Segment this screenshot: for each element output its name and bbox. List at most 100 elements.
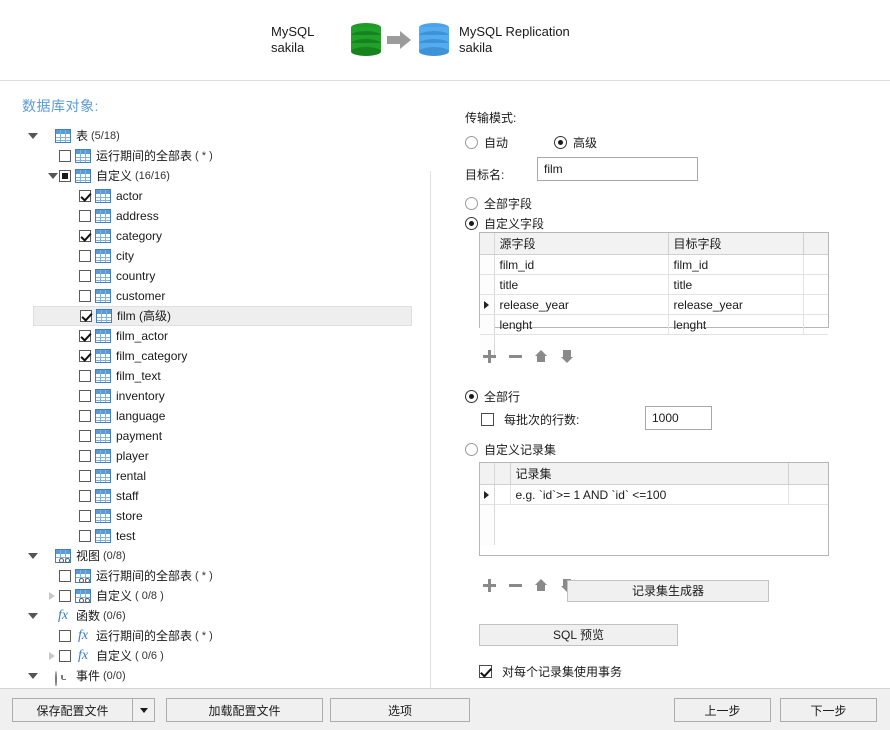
use-transaction-checkbox[interactable]: 对每个记录集使用事务 <box>479 663 622 680</box>
fields-all-radio[interactable]: 全部字段 <box>465 195 532 212</box>
row-handle[interactable] <box>480 255 494 275</box>
prev-step-button[interactable]: 上一步 <box>674 698 771 722</box>
collapse-arrow-icon[interactable] <box>25 129 39 143</box>
source-field-cell[interactable]: lenght <box>494 315 668 335</box>
tree-item-t-film[interactable]: film (高级) <box>33 306 412 326</box>
batch-rows-input[interactable] <box>645 406 712 430</box>
tree-checkbox[interactable] <box>79 510 91 522</box>
database-objects-tree[interactable]: 表(5/18)运行期间的全部表( * )自定义(16/16)actoraddre… <box>0 126 430 686</box>
column-header-source[interactable]: 源字段 <box>494 233 668 255</box>
tree-item-tables-custom[interactable]: 自定义(16/16) <box>45 166 170 186</box>
row-handle[interactable] <box>480 295 494 315</box>
recordset-grid[interactable]: 记录集e.g. `id`>= 1 AND `id` <=100 <box>479 462 829 556</box>
tree-checkbox[interactable] <box>79 350 91 362</box>
sql-preview-button[interactable]: SQL 预览 <box>479 624 678 646</box>
tree-checkbox[interactable] <box>79 470 91 482</box>
tree-item-views-custom[interactable]: 自定义( 0/8 ) <box>45 586 164 606</box>
tree-checkbox[interactable] <box>79 430 91 442</box>
tree-item-functions-custom[interactable]: fx自定义( 0/6 ) <box>45 646 164 666</box>
source-field-cell[interactable]: release_year <box>494 295 668 315</box>
tree-item-t-store[interactable]: store <box>65 506 143 526</box>
tree-item-t-language[interactable]: language <box>65 406 165 426</box>
next-step-button[interactable]: 下一步 <box>780 698 877 722</box>
collapse-arrow-icon[interactable] <box>45 169 59 183</box>
fields-custom-radio[interactable]: 自定义字段 <box>465 215 544 232</box>
tree-item-events[interactable]: 事件(0/0) <box>25 666 126 686</box>
move-up-icon[interactable] <box>534 349 548 363</box>
target-field-cell[interactable]: film_id <box>668 255 803 275</box>
tree-item-functions-all[interactable]: fx运行期间的全部表( * ) <box>45 626 213 646</box>
remove-icon[interactable] <box>508 578 522 592</box>
tree-checkbox[interactable] <box>79 290 91 302</box>
transfer-mode-advanced-radio[interactable]: 高级 <box>554 134 597 151</box>
collapse-arrow-icon[interactable] <box>25 669 39 683</box>
field-grid-row[interactable]: titletitle <box>480 275 828 295</box>
row-handle[interactable] <box>480 485 494 505</box>
target-field-cell[interactable]: title <box>668 275 803 295</box>
tree-checkbox[interactable] <box>79 370 91 382</box>
row-handle[interactable] <box>480 315 494 335</box>
source-field-cell[interactable]: film_id <box>494 255 668 275</box>
tree-item-t-category[interactable]: category <box>65 226 162 246</box>
tree-checkbox[interactable] <box>59 650 71 662</box>
tree-item-t-player[interactable]: player <box>65 446 149 466</box>
tree-checkbox[interactable] <box>79 330 91 342</box>
tree-checkbox[interactable] <box>79 250 91 262</box>
batch-rows-checkbox[interactable]: 每批次的行数: <box>481 411 579 428</box>
tree-checkbox[interactable] <box>79 390 91 402</box>
tree-item-t-rental[interactable]: rental <box>65 466 146 486</box>
remove-icon[interactable] <box>508 349 522 363</box>
tree-item-views-all[interactable]: 运行期间的全部表( * ) <box>45 566 213 586</box>
recordset-row[interactable]: e.g. `id`>= 1 AND `id` <=100 <box>480 485 828 505</box>
target-field-cell[interactable]: lenght <box>668 315 803 335</box>
expand-arrow-icon[interactable] <box>45 649 59 663</box>
field-grid-row[interactable]: film_idfilm_id <box>480 255 828 275</box>
tree-checkbox[interactable] <box>79 410 91 422</box>
tree-checkbox[interactable] <box>79 530 91 542</box>
tree-item-t-address[interactable]: address <box>65 206 159 226</box>
rows-all-radio[interactable]: 全部行 <box>465 388 520 405</box>
tree-checkbox[interactable] <box>80 310 92 322</box>
transfer-mode-auto-radio[interactable]: 自动 <box>465 134 508 151</box>
column-header-recordset[interactable]: 记录集 <box>510 463 788 485</box>
tree-checkbox[interactable] <box>59 590 71 602</box>
column-header-target[interactable]: 目标字段 <box>668 233 803 255</box>
tree-checkbox[interactable] <box>79 490 91 502</box>
tree-item-tables-all[interactable]: 运行期间的全部表( * ) <box>45 146 213 166</box>
source-field-cell[interactable]: title <box>494 275 668 295</box>
rows-custom-radio[interactable]: 自定义记录集 <box>465 441 556 458</box>
target-field-cell[interactable]: release_year <box>668 295 803 315</box>
move-up-icon[interactable] <box>534 578 548 592</box>
move-down-icon[interactable] <box>560 349 574 363</box>
recordset-builder-button[interactable]: 记录集生成器 <box>567 580 769 602</box>
chevron-down-icon[interactable] <box>132 699 154 721</box>
tree-item-t-payment[interactable]: payment <box>65 426 162 446</box>
tree-checkbox[interactable] <box>59 630 71 642</box>
expand-arrow-icon[interactable] <box>45 589 59 603</box>
save-profile-button[interactable]: 保存配置文件 <box>12 698 155 722</box>
tree-item-functions[interactable]: fx函数(0/6) <box>25 606 126 626</box>
load-profile-button[interactable]: 加载配置文件 <box>166 698 323 722</box>
collapse-arrow-icon[interactable] <box>25 609 39 623</box>
tree-item-views[interactable]: 视图(0/8) <box>25 546 126 566</box>
recordset-check-cell[interactable] <box>494 485 510 505</box>
tree-item-t-inventory[interactable]: inventory <box>65 386 165 406</box>
tree-checkbox[interactable] <box>79 270 91 282</box>
field-grid-row[interactable]: lenghtlenght <box>480 315 828 335</box>
target-name-input[interactable] <box>537 157 698 181</box>
tree-item-t-film-actor[interactable]: film_actor <box>65 326 168 346</box>
tree-item-tables[interactable]: 表(5/18) <box>25 126 120 146</box>
tree-checkbox[interactable] <box>79 230 91 242</box>
tree-checkbox[interactable] <box>59 570 71 582</box>
tree-item-t-film-category[interactable]: film_category <box>65 346 187 366</box>
tree-checkbox[interactable] <box>79 190 91 202</box>
tree-checkbox[interactable] <box>59 170 71 182</box>
tree-item-t-city[interactable]: city <box>65 246 134 266</box>
add-icon[interactable] <box>482 349 496 363</box>
field-grid-row[interactable]: release_yearrelease_year <box>480 295 828 315</box>
tree-item-t-staff[interactable]: staff <box>65 486 138 506</box>
tree-item-t-actor[interactable]: actor <box>65 186 143 206</box>
row-handle[interactable] <box>480 275 494 295</box>
collapse-arrow-icon[interactable] <box>25 549 39 563</box>
field-mapping-grid[interactable]: 源字段目标字段film_idfilm_idtitletitlerelease_y… <box>479 232 829 328</box>
